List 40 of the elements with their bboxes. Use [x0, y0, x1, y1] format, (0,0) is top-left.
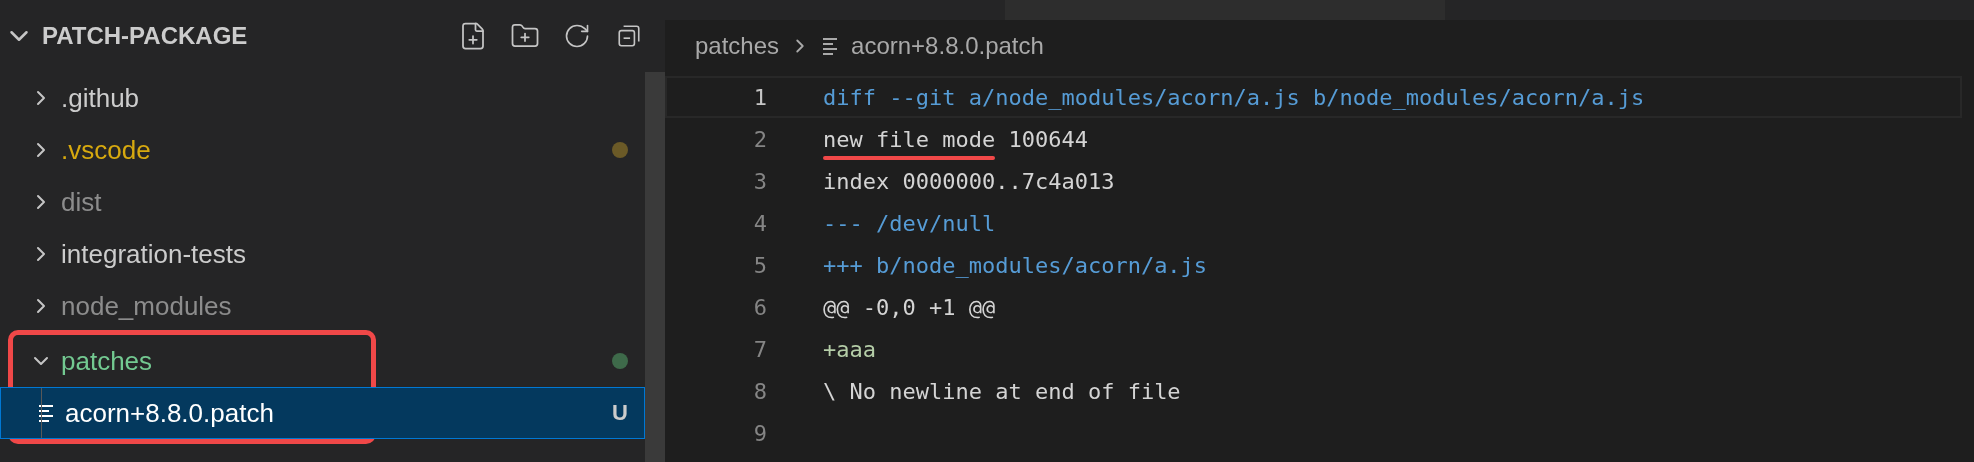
code-line: index 0000000..7c4a013	[823, 168, 1115, 194]
folder-row[interactable]: integration-tests	[0, 228, 645, 280]
code-line: new file mode 100644	[823, 126, 1088, 152]
refresh-icon[interactable]	[563, 22, 591, 50]
file-row[interactable]: acorn+8.8.0.patch U	[0, 387, 645, 439]
folder-name: node_modules	[61, 290, 233, 322]
folder-name: dist	[61, 186, 103, 218]
breadcrumb-item[interactable]: patches	[695, 32, 780, 60]
folder-row[interactable]: dist	[0, 176, 645, 228]
breadcrumb-item[interactable]: acorn+8.8.0.patch	[851, 32, 1044, 60]
code-line: +++ b/node_modules/acorn/a.js	[823, 252, 1208, 278]
line-number: 7	[752, 336, 767, 362]
status-dot	[612, 142, 628, 158]
code-line: --- /dev/null	[823, 210, 996, 236]
line-number: 9	[752, 420, 767, 446]
folder-row[interactable]: .github	[0, 72, 645, 124]
line-number: 5	[752, 252, 767, 278]
code-line: +aaa	[823, 336, 876, 362]
line-number: 8	[752, 378, 767, 404]
line-number: 6	[752, 294, 767, 320]
collapse-all-icon[interactable]	[616, 23, 642, 49]
line-number: 4	[752, 210, 767, 236]
folder-row[interactable]: .vscode	[0, 124, 645, 176]
line-number: 3	[752, 168, 767, 194]
status-letter: U	[612, 400, 628, 426]
code-line: \ No newline at end of file	[823, 378, 1181, 404]
line-number: 2	[752, 126, 767, 152]
explorer-title: PATCH-PACKAGE	[42, 22, 249, 50]
folder-name: .vscode	[61, 134, 152, 166]
status-dot	[612, 353, 628, 369]
folder-row[interactable]: patches	[0, 335, 645, 387]
file-name: acorn+8.8.0.patch	[65, 397, 275, 429]
folder-name: patches	[61, 345, 154, 377]
folder-row[interactable]: node_modules	[0, 280, 645, 332]
line-number: 1	[752, 84, 767, 110]
scrollbar[interactable]	[645, 72, 665, 462]
code-line: @@ -0,0 +1 @@	[823, 294, 996, 320]
folder-name: integration-tests	[61, 238, 247, 270]
folder-name: .github	[61, 82, 141, 114]
code-line: diff --git a/node_modules/acorn/a.js b/node_modules/acorn/a.js	[823, 84, 1645, 110]
